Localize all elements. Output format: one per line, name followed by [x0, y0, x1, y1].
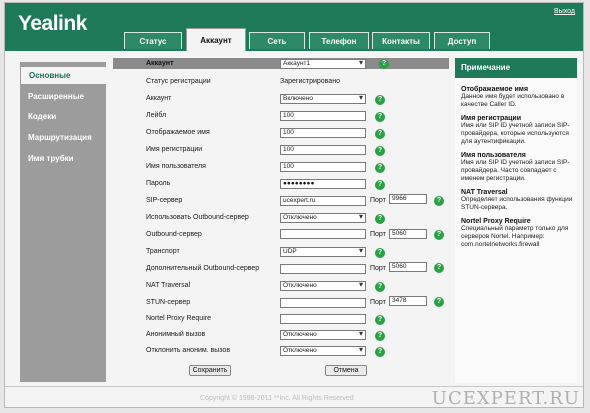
sip-port-input[interactable]: 9966 — [389, 194, 427, 204]
use-outbound-select[interactable]: Отключено — [280, 213, 366, 223]
display-name-input[interactable]: 100 — [280, 128, 366, 138]
stun-server-input[interactable] — [280, 298, 366, 308]
transport-select[interactable]: UDP — [280, 247, 366, 257]
stun-port-label: Порт — [370, 299, 386, 306]
stun-port-input[interactable]: 3478 — [389, 296, 427, 306]
label-input[interactable]: 100 — [280, 111, 366, 121]
use-outbound-label: Использовать Outbound-сервер — [146, 214, 249, 221]
help-icon[interactable]: ? — [375, 112, 385, 122]
note-text: Специальный параметр только для серверов… — [461, 225, 569, 248]
copyright-text: Copyright © 1998-2011 **Inc. All Rights … — [200, 395, 354, 402]
help-icon[interactable]: ? — [375, 180, 385, 190]
help-icon[interactable]: ? — [375, 214, 385, 224]
help-icon[interactable]: ? — [375, 146, 385, 156]
anon-call-label: Анонимный вызов — [146, 331, 206, 338]
watermark: UCEXPERT.RU — [431, 388, 580, 409]
anon-reject-select[interactable]: Отключено — [280, 346, 366, 356]
sidebar-item-codecs[interactable]: Кодеки — [20, 108, 106, 125]
note-title: NAT Traversal — [461, 189, 508, 196]
tab-account[interactable]: Аккаунт — [186, 28, 246, 51]
yealink-logo: Yealink — [18, 12, 87, 35]
nat-traversal-label: NAT Traversal — [146, 282, 191, 289]
tab-access[interactable]: Доступ — [434, 32, 490, 49]
help-icon[interactable]: ? — [375, 282, 385, 292]
note-title: Имя пользователя — [461, 152, 526, 159]
account-select[interactable]: Аккаунт1 — [280, 59, 366, 69]
anon-call-select[interactable]: Отключено — [280, 330, 366, 340]
label-field-label: Лейбл — [146, 112, 167, 119]
help-icon[interactable]: ? — [375, 347, 385, 357]
reg-status-value: Зарегистрировано — [280, 78, 340, 85]
help-icon[interactable]: ? — [379, 59, 389, 69]
help-icon[interactable]: ? — [434, 230, 444, 240]
sidebar-item-routing[interactable]: Маршрутизация — [20, 129, 106, 146]
outbound-server-label: Outbound-сервер — [146, 231, 202, 238]
sip-port-label: Порт — [370, 197, 386, 204]
note-text: Данное имя будет использовано в качестве… — [461, 93, 565, 108]
tab-phone[interactable]: Телефон — [309, 32, 369, 49]
reg-status-label: Статус регистрации — [146, 78, 211, 85]
help-icon[interactable]: ? — [375, 315, 385, 325]
note-item: Имя регистрации Имя или SIP ID учетной з… — [461, 115, 573, 146]
sidebar-item-handset-name[interactable]: Имя трубки — [20, 150, 106, 167]
sidebar-item-advanced[interactable]: Расширенные — [20, 88, 106, 105]
cancel-button[interactable]: Отмена — [325, 365, 367, 376]
stun-server-label: STUN-сервер — [146, 299, 191, 306]
user-name-label: Имя пользователя — [146, 163, 206, 170]
help-icon[interactable]: ? — [375, 331, 385, 341]
account-enable-select[interactable]: Включено — [280, 94, 366, 104]
sidebar: Основные Расширенные Кодеки Маршрутизаци… — [20, 62, 107, 382]
tab-network[interactable]: Сеть — [249, 32, 305, 49]
help-icon[interactable]: ? — [375, 129, 385, 139]
transport-label: Транспорт — [146, 248, 180, 255]
account-enable-label: Аккаунт — [146, 95, 172, 102]
nortel-label: Nortel Proxy Require — [146, 315, 211, 322]
help-icon[interactable]: ? — [434, 263, 444, 273]
note-text: Имя или SIP ID учетной записи SIP-провай… — [461, 159, 570, 182]
help-icon[interactable]: ? — [434, 297, 444, 307]
note-item: NAT Traversal Определяет использования ф… — [461, 189, 573, 212]
note-text: Определяет использования функции STUN-се… — [461, 196, 573, 211]
register-name-label: Имя регистрации — [146, 146, 203, 153]
password-input[interactable]: ●●●●●●●● — [280, 179, 366, 189]
notes-title: Примечание — [455, 58, 577, 78]
help-icon[interactable]: ? — [434, 196, 444, 206]
note-text: Имя или SIP ID учетной записи SIP-провай… — [461, 122, 570, 145]
display-name-label: Отображаемое имя — [146, 129, 210, 136]
note-title: Nortel Proxy Require — [461, 218, 531, 225]
help-icon[interactable]: ? — [375, 95, 385, 105]
user-name-input[interactable]: 100 — [280, 162, 366, 172]
anon-reject-label: Отклонить аноним. вызов — [146, 347, 231, 354]
sip-server-label: SIP-сервер — [146, 197, 183, 204]
tab-status[interactable]: Статус — [124, 32, 182, 49]
account-header-label: Аккаунт — [146, 60, 174, 67]
note-title: Имя регистрации — [461, 115, 522, 122]
notes-body: Отображаемое имя Данное имя будет исполь… — [461, 86, 573, 255]
backup-port-input[interactable]: 5060 — [389, 262, 427, 272]
note-item: Отображаемое имя Данное имя будет исполь… — [461, 86, 573, 109]
nortel-input[interactable] — [280, 314, 366, 324]
outbound-port-input[interactable]: 5060 — [389, 229, 427, 239]
note-item: Nortel Proxy Require Специальный парамет… — [461, 218, 573, 249]
save-button[interactable]: Сохранить — [189, 365, 231, 376]
note-title: Отображаемое имя — [461, 86, 529, 93]
backup-port-label: Порт — [370, 265, 386, 272]
register-name-input[interactable]: 100 — [280, 145, 366, 155]
backup-outbound-input[interactable] — [280, 264, 366, 274]
help-icon[interactable]: ? — [375, 248, 385, 258]
backup-outbound-label: Дополнительный Outbound-сервер — [146, 265, 260, 272]
sip-server-input[interactable]: ucexpert.ru — [280, 196, 366, 206]
footer-divider — [5, 386, 583, 387]
nat-traversal-select[interactable]: Отключено — [280, 281, 366, 291]
tab-contacts[interactable]: Контакты — [372, 32, 430, 49]
note-item: Имя пользователя Имя или SIP ID учетной … — [461, 152, 573, 183]
sidebar-item-basic[interactable]: Основные — [21, 67, 107, 84]
outbound-port-label: Порт — [370, 231, 386, 238]
password-label: Пароль — [146, 180, 171, 187]
help-icon[interactable]: ? — [375, 163, 385, 173]
outbound-server-input[interactable] — [280, 229, 366, 239]
logout-link[interactable]: Выход — [554, 8, 575, 15]
